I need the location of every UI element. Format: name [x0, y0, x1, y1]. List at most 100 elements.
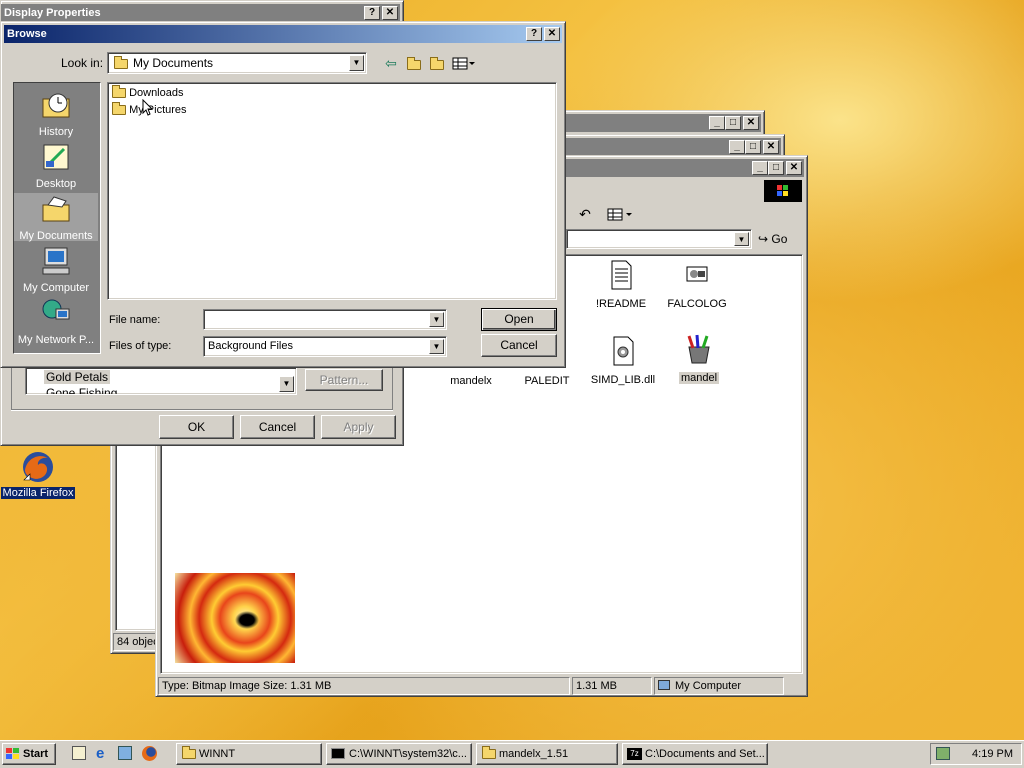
group-border — [11, 361, 393, 410]
my-computer-icon — [42, 247, 70, 275]
windows-logo-icon — [6, 748, 19, 759]
paint-brushes-icon — [687, 334, 710, 364]
files-of-type-dropdown-arrow[interactable]: ▼ — [429, 339, 444, 354]
file-item[interactable]: SIMD_LIB.dll — [583, 335, 663, 386]
file-item[interactable]: FALCOLOG — [657, 259, 737, 310]
computer-icon — [658, 680, 670, 690]
view-menu-button[interactable] — [451, 55, 479, 73]
outlook-express-icon[interactable] — [118, 746, 132, 760]
file-name-dropdown-arrow[interactable]: ▼ — [429, 312, 444, 327]
my-documents-icon — [42, 196, 70, 222]
taskbar-button-cmd[interactable]: C:\WINNT\system32\c... — [326, 743, 472, 765]
close-button[interactable]: ✕ — [763, 140, 779, 154]
up-folder-button[interactable] — [404, 55, 424, 73]
close-button[interactable]: ✕ — [382, 6, 398, 20]
status-type-info: Type: Bitmap Image Size: 1.31 MB — [158, 677, 570, 695]
maximize-button[interactable]: □ — [745, 140, 761, 154]
file-item-selected[interactable]: mandel — [659, 333, 739, 384]
views-icon — [452, 57, 475, 70]
taskbar-button-documents[interactable]: 7z C:\Documents and Set... — [622, 743, 768, 765]
status-size: 1.31 MB — [572, 677, 652, 695]
browse-file-list[interactable]: Downloads My Pictures — [107, 82, 557, 300]
places-bar: History Desktop My Documents My Computer — [13, 82, 101, 354]
start-button[interactable]: Start — [2, 743, 56, 765]
explorer-back-titlebar[interactable]: _ □ ✕ — [544, 114, 761, 132]
folder-icon — [112, 85, 126, 99]
places-desktop[interactable]: Desktop — [14, 141, 98, 190]
help-button[interactable]: ? — [364, 6, 380, 20]
folder-icon — [182, 746, 196, 759]
close-button[interactable]: ✕ — [743, 116, 759, 130]
windows-logo — [764, 180, 802, 202]
minimize-button[interactable]: _ — [709, 116, 725, 130]
close-button[interactable]: ✕ — [544, 27, 560, 41]
dll-file-icon — [613, 336, 634, 366]
close-button[interactable]: ✕ — [786, 161, 802, 175]
bitmap-preview — [175, 573, 295, 663]
windows-flag-icon — [777, 185, 788, 196]
look-in-label: Look in: — [61, 56, 104, 70]
explorer-statusbar: Type: Bitmap Image Size: 1.31 MB 1.31 MB… — [158, 677, 803, 695]
places-my-network[interactable]: My Network P... — [14, 297, 98, 346]
quick-launch: e — [64, 745, 166, 763]
desktop-icon — [43, 144, 69, 170]
mouse-cursor-icon — [142, 99, 154, 116]
address-dropdown-arrow[interactable]: ▼ — [734, 232, 749, 246]
cancel-button[interactable]: Cancel — [481, 334, 557, 357]
undo-button[interactable]: ↶ — [574, 206, 596, 226]
back-button[interactable]: ⇦ — [381, 55, 401, 73]
new-folder-icon — [430, 57, 444, 70]
text-document-icon — [611, 260, 632, 290]
apply-button[interactable]: Apply — [321, 415, 396, 439]
look-in-dropdown-arrow[interactable]: ▼ — [349, 55, 364, 71]
desktop-icon-firefox[interactable]: Mozilla Firefox — [0, 450, 76, 499]
go-label: Go — [771, 232, 788, 246]
list-item[interactable]: Downloads — [112, 85, 183, 99]
clock[interactable]: 4:19 PM — [972, 744, 1013, 764]
application-icon — [686, 266, 708, 282]
browse-title: Browse — [7, 28, 47, 40]
file-name-label: File name: — [109, 314, 161, 326]
folder-icon — [482, 746, 496, 759]
taskbar: Start e WINNT C:\WINNT\system32\c... man… — [0, 740, 1024, 768]
new-folder-button[interactable] — [427, 55, 447, 73]
up-folder-icon — [407, 57, 421, 70]
files-of-type-combo[interactable]: Background Files ▼ — [203, 336, 447, 357]
firefox-quicklaunch-icon[interactable] — [142, 746, 157, 761]
maximize-button[interactable]: □ — [768, 161, 784, 175]
files-of-type-label: Files of type: — [109, 340, 172, 352]
browse-titlebar[interactable]: Browse ? ✕ — [4, 25, 562, 43]
internet-explorer-icon[interactable]: e — [96, 745, 104, 762]
look-in-combo[interactable]: My Documents ▼ — [107, 52, 367, 74]
command-prompt-icon — [331, 748, 345, 759]
file-name-combo[interactable]: ▼ — [203, 309, 447, 330]
7zip-icon: 7z — [627, 748, 642, 760]
ok-button[interactable]: OK — [159, 415, 234, 439]
explorer-back-titlebar-2[interactable]: _ □ ✕ — [561, 138, 781, 156]
explorer-titlebar[interactable]: _ □ ✕ — [566, 159, 804, 177]
minimize-button[interactable]: _ — [752, 161, 768, 175]
firefox-icon — [23, 452, 53, 482]
network-tray-icon[interactable] — [936, 747, 950, 760]
file-item[interactable]: !README — [581, 259, 661, 310]
display-properties-titlebar[interactable]: Display Properties ? ✕ — [1, 4, 400, 22]
minimize-button[interactable]: _ — [729, 140, 745, 154]
files-of-type-value: Background Files — [208, 340, 293, 352]
cancel-button[interactable]: Cancel — [240, 415, 315, 439]
open-button[interactable]: Open — [481, 308, 557, 331]
views-button[interactable] — [606, 206, 636, 226]
look-in-value: My Documents — [133, 56, 214, 70]
show-desktop-icon[interactable] — [72, 746, 86, 760]
taskbar-button-mandelx[interactable]: mandelx_1.51 — [476, 743, 618, 765]
places-my-documents[interactable]: My Documents — [14, 193, 98, 242]
places-my-computer[interactable]: My Computer — [14, 245, 98, 294]
places-history[interactable]: History — [14, 89, 98, 138]
maximize-button[interactable]: □ — [725, 116, 741, 130]
browse-dialog: Browse ? ✕ Look in: My Documents ▼ ⇦ His… — [0, 21, 566, 368]
go-button[interactable]: ↪ Go — [758, 230, 802, 248]
folder-icon — [114, 56, 128, 69]
firefox-label: Mozilla Firefox — [0, 487, 76, 499]
taskbar-button-winnt[interactable]: WINNT — [176, 743, 322, 765]
help-button[interactable]: ? — [526, 27, 542, 41]
address-input[interactable]: ▼ — [566, 229, 752, 249]
